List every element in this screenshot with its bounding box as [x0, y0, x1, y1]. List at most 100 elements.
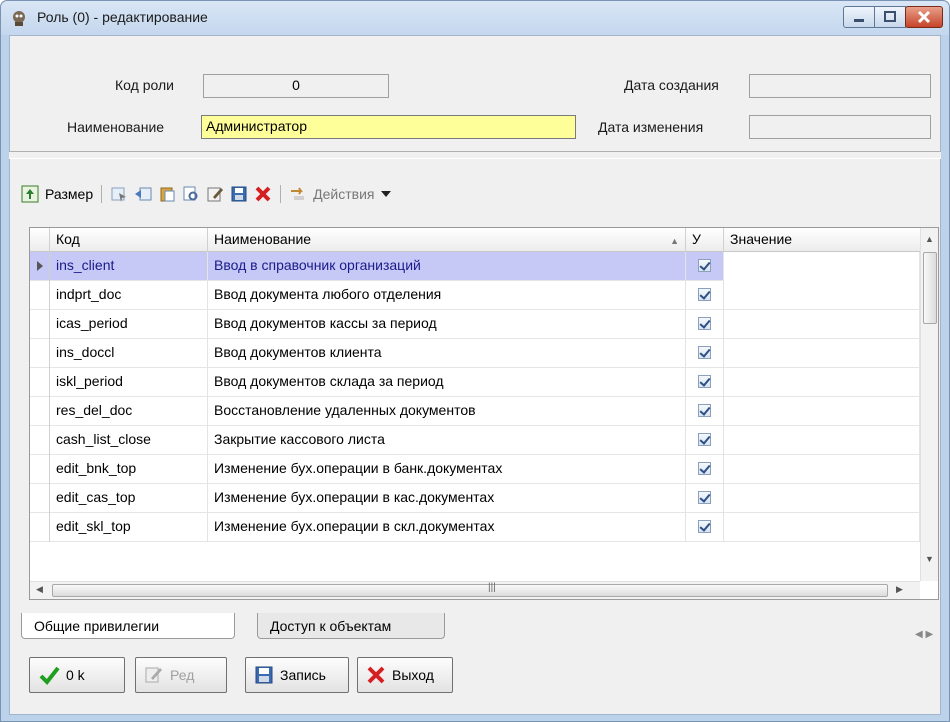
cell-code[interactable]: ins_doccl — [50, 339, 208, 368]
cell-code[interactable]: res_del_doc — [50, 397, 208, 426]
cell-code[interactable]: edit_cas_top — [50, 484, 208, 513]
vertical-scroll-thumb[interactable] — [923, 252, 937, 324]
tab-general-privileges[interactable]: Общие привилегии — [21, 613, 235, 639]
checkbox-checked-icon[interactable] — [698, 433, 711, 446]
table-row[interactable]: edit_skl_top Изменение бух.операции в ск… — [30, 513, 920, 542]
table-row[interactable]: ins_doccl Ввод документов клиента — [30, 339, 920, 368]
checkbox-checked-icon[interactable] — [698, 259, 711, 272]
exit-button[interactable]: Выход — [357, 657, 453, 693]
cell-value[interactable] — [724, 484, 920, 513]
checkbox-checked-icon[interactable] — [698, 288, 711, 301]
paste-icon[interactable] — [158, 185, 176, 203]
checkbox-checked-icon[interactable] — [698, 462, 711, 475]
modified-date-field[interactable] — [749, 115, 931, 139]
cell-checkbox[interactable] — [686, 310, 724, 339]
cell-value[interactable] — [724, 397, 920, 426]
column-header-code[interactable]: Код — [50, 228, 208, 252]
checkbox-checked-icon[interactable] — [698, 317, 711, 330]
cell-name[interactable]: Ввод документа любого отделения — [208, 281, 686, 310]
horizontal-scroll-thumb[interactable]: ||| — [52, 582, 888, 597]
table-row[interactable]: icas_period Ввод документов кассы за пер… — [30, 310, 920, 339]
cell-checkbox[interactable] — [686, 513, 724, 542]
minimize-button[interactable] — [843, 6, 875, 28]
cell-code[interactable]: ins_client — [50, 252, 208, 281]
scroll-up-icon[interactable]: ▲ — [925, 234, 934, 244]
created-date-field[interactable] — [749, 74, 931, 98]
cell-code[interactable]: edit_bnk_top — [50, 455, 208, 484]
table-row[interactable]: iskl_period Ввод документов склада за пе… — [30, 368, 920, 397]
ok-button[interactable]: 0 k — [29, 657, 125, 693]
checkbox-checked-icon[interactable] — [698, 404, 711, 417]
edit-button[interactable]: Ред — [135, 657, 227, 693]
cell-checkbox[interactable] — [686, 368, 724, 397]
resize-icon[interactable] — [21, 185, 39, 203]
column-header-value[interactable]: Значение — [724, 228, 920, 252]
maximize-button[interactable] — [874, 6, 906, 28]
close-button[interactable] — [905, 6, 943, 28]
table-row[interactable]: res_del_doc Восстановление удаленных док… — [30, 397, 920, 426]
select-icon[interactable] — [110, 185, 128, 203]
column-header-name[interactable]: Наименование ▲ — [208, 228, 686, 252]
cell-code[interactable]: cash_list_close — [50, 426, 208, 455]
tab-scroll-arrows[interactable]: ◀ ▶ — [915, 629, 933, 640]
cell-value[interactable] — [724, 252, 920, 281]
cell-value[interactable] — [724, 513, 920, 542]
tab-object-access[interactable]: Доступ к объектам — [257, 613, 445, 639]
cell-value[interactable] — [724, 426, 920, 455]
cell-name[interactable]: Изменение бух.операции в кас.документах — [208, 484, 686, 513]
cell-value[interactable] — [724, 368, 920, 397]
cell-name[interactable]: Восстановление удаленных документов — [208, 397, 686, 426]
column-header-flag[interactable]: У — [686, 228, 724, 252]
checkbox-checked-icon[interactable] — [698, 346, 711, 359]
horizontal-scrollbar[interactable]: ◀ ||| ▶ — [30, 581, 920, 599]
actions-menu-label[interactable]: Действия — [313, 186, 374, 202]
cell-code[interactable]: indprt_doc — [50, 281, 208, 310]
chevron-down-icon[interactable] — [380, 188, 392, 200]
cell-name[interactable]: Закрытие кассового листа — [208, 426, 686, 455]
table-row[interactable]: edit_cas_top Изменение бух.операции в ка… — [30, 484, 920, 513]
scroll-right-icon[interactable]: ▶ — [896, 584, 903, 595]
cell-code[interactable]: icas_period — [50, 310, 208, 339]
actions-icon[interactable] — [289, 185, 307, 203]
save-icon[interactable] — [230, 185, 248, 203]
cell-name[interactable]: Ввод документов клиента — [208, 339, 686, 368]
cell-checkbox[interactable] — [686, 397, 724, 426]
role-name-field[interactable]: Администратор — [201, 115, 576, 139]
cell-name[interactable]: Ввод в справочник организаций — [208, 252, 686, 281]
cell-checkbox[interactable] — [686, 455, 724, 484]
table-row[interactable]: ins_client Ввод в справочник организаций — [30, 252, 920, 281]
privileges-grid[interactable]: Код Наименование ▲ У Значение ins_client… — [29, 227, 939, 600]
resize-button-label[interactable]: Размер — [45, 186, 93, 202]
delete-icon[interactable] — [254, 185, 272, 203]
scroll-down-icon[interactable]: ▼ — [925, 554, 934, 564]
checkbox-checked-icon[interactable] — [698, 491, 711, 504]
cell-checkbox[interactable] — [686, 252, 724, 281]
save-button[interactable]: Запись — [245, 657, 349, 693]
title-bar[interactable]: Роль (0) - редактирование — [1, 1, 949, 35]
table-row[interactable]: indprt_doc Ввод документа любого отделен… — [30, 281, 920, 310]
role-code-field[interactable]: 0 — [203, 74, 389, 98]
insert-row-icon[interactable] — [134, 185, 152, 203]
cell-checkbox[interactable] — [686, 484, 724, 513]
cell-value[interactable] — [724, 339, 920, 368]
cell-code[interactable]: edit_skl_top — [50, 513, 208, 542]
cell-value[interactable] — [724, 455, 920, 484]
cell-checkbox[interactable] — [686, 281, 724, 310]
cell-name[interactable]: Изменение бух.операции в банк.документах — [208, 455, 686, 484]
cell-name[interactable]: Изменение бух.операции в скл.документах — [208, 513, 686, 542]
checkbox-checked-icon[interactable] — [698, 375, 711, 388]
table-row[interactable]: cash_list_close Закрытие кассового листа — [30, 426, 920, 455]
cell-value[interactable] — [724, 281, 920, 310]
checkbox-checked-icon[interactable] — [698, 520, 711, 533]
cell-value[interactable] — [724, 310, 920, 339]
edit-icon[interactable] — [206, 185, 224, 203]
cell-name[interactable]: Ввод документов кассы за период — [208, 310, 686, 339]
cell-code[interactable]: iskl_period — [50, 368, 208, 397]
cell-checkbox[interactable] — [686, 339, 724, 368]
scroll-left-icon[interactable]: ◀ — [36, 584, 43, 595]
cell-checkbox[interactable] — [686, 426, 724, 455]
table-row[interactable]: edit_bnk_top Изменение бух.операции в ба… — [30, 455, 920, 484]
cell-name[interactable]: Ввод документов склада за период — [208, 368, 686, 397]
vertical-scrollbar[interactable]: ▲ ▼ — [920, 228, 938, 581]
find-icon[interactable] — [182, 185, 200, 203]
